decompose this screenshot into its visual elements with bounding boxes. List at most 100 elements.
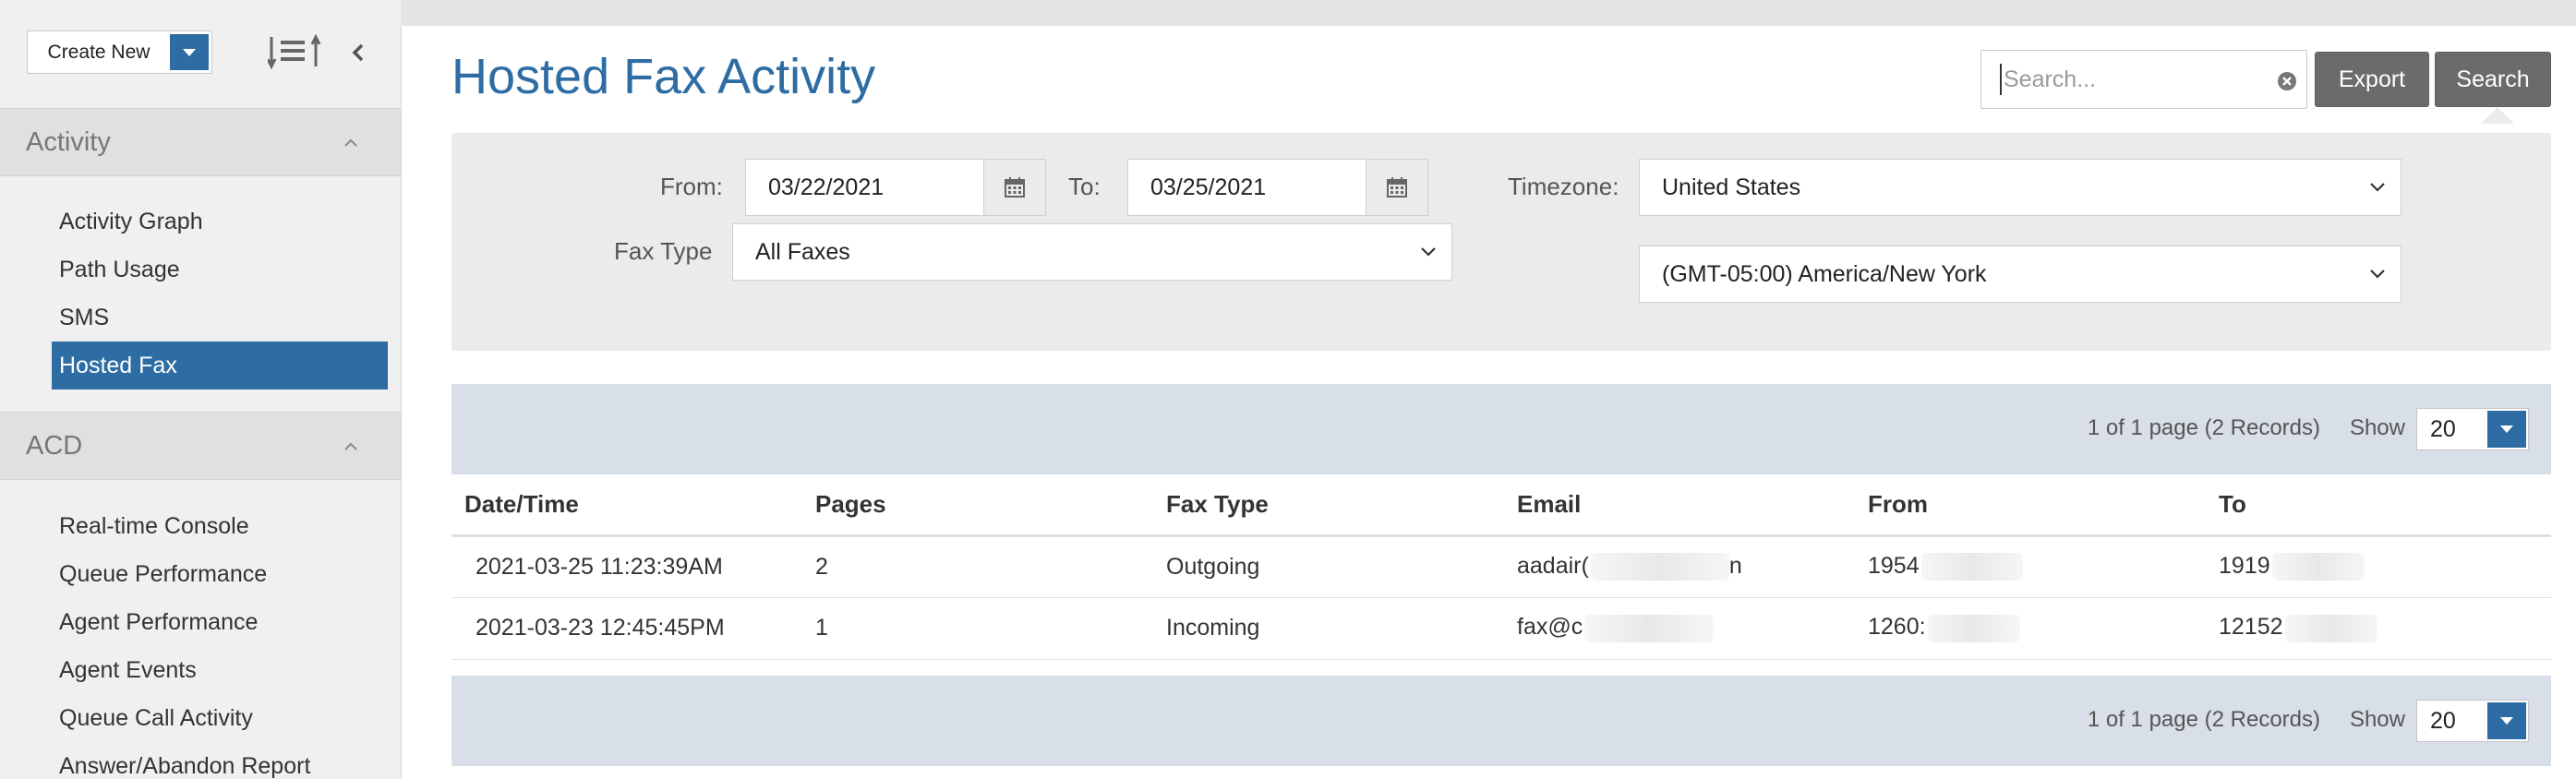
fax-type-value: All Faxes	[755, 238, 850, 265]
show-label: Show	[2349, 707, 2405, 732]
pager-info: 1 of 1 page (2 Records)	[2087, 707, 2320, 732]
column-header-to[interactable]: To	[2206, 474, 2551, 537]
section-title: Activity	[26, 126, 111, 157]
caret-down-icon	[2500, 425, 2513, 433]
clear-search-icon[interactable]	[2277, 71, 2297, 91]
cell-fax-type: Incoming	[1153, 597, 1504, 660]
from-calendar-button[interactable]	[983, 159, 1046, 216]
chevron-down-icon	[2370, 270, 2385, 279]
chevron-down-icon	[1421, 247, 1436, 257]
to-date-field[interactable]: 03/25/2021	[1127, 159, 1367, 216]
sidebar-item-path-usage[interactable]: Path Usage	[0, 246, 401, 294]
page-size-select[interactable]: 20	[2416, 408, 2529, 450]
caret-down-icon	[183, 48, 196, 56]
timezone-region-value: United States	[1662, 174, 1801, 200]
cell-pages: 1	[802, 597, 1153, 660]
caret-down-icon	[2500, 717, 2513, 725]
from-label: From:	[660, 173, 723, 200]
redaction-blur	[2271, 553, 2365, 581]
chevron-down-icon	[2370, 183, 2385, 192]
from-text: 1954	[1868, 552, 1920, 579]
column-header-pages[interactable]: Pages	[802, 474, 1153, 537]
create-new-caret-button[interactable]	[170, 34, 209, 70]
sidebar-item-answer-abandon-report[interactable]: Answer/Abandon Report	[0, 742, 401, 779]
page-size-value: 20	[2430, 415, 2456, 442]
cell-datetime: 2021-03-25 11:23:39AM	[451, 535, 802, 598]
cell-email: aadair( n	[1504, 535, 1855, 598]
calendar-icon	[1005, 177, 1025, 198]
sidebar: Create New Activity Activity Graph Path …	[0, 0, 401, 779]
sidebar-item-agent-events[interactable]: Agent Events	[0, 646, 401, 694]
chevron-up-icon	[344, 442, 357, 450]
search-box[interactable]	[1980, 50, 2307, 109]
search-panel-pointer	[2481, 107, 2514, 124]
redaction-blur	[1920, 553, 2023, 581]
create-new-button[interactable]: Create New	[28, 31, 170, 73]
column-header-datetime[interactable]: Date/Time	[451, 474, 802, 537]
search-input[interactable]	[2000, 64, 2268, 95]
sidebar-item-queue-call-activity[interactable]: Queue Call Activity	[0, 694, 401, 742]
to-text: 1919	[2219, 552, 2270, 579]
page-title: Hosted Fax Activity	[451, 49, 876, 104]
section-header-acd[interactable]: ACD	[0, 412, 401, 480]
cell-datetime: 2021-03-23 12:45:45PM	[451, 597, 802, 660]
main-content: Hosted Fax Activity Export Search From: …	[401, 26, 2576, 779]
timezone-region-select[interactable]: United States	[1639, 159, 2401, 216]
sidebar-item-queue-performance[interactable]: Queue Performance	[0, 550, 401, 598]
to-text: 12152	[2219, 614, 2283, 641]
page-size-select[interactable]: 20	[2416, 700, 2529, 742]
chevron-left-icon[interactable]	[351, 42, 366, 63]
calendar-icon	[1387, 177, 1407, 198]
from-date-field[interactable]: 03/22/2021	[745, 159, 985, 216]
column-header-from[interactable]: From	[1855, 474, 2206, 537]
email-tail-text: n	[1728, 552, 1742, 579]
cell-pages: 2	[802, 535, 1153, 598]
fax-type-label: Fax Type	[614, 237, 713, 265]
sidebar-item-sms[interactable]: SMS	[0, 294, 401, 342]
export-button[interactable]: Export	[2315, 52, 2429, 107]
sidebar-item-agent-performance[interactable]: Agent Performance	[0, 598, 401, 646]
column-header-fax-type[interactable]: Fax Type	[1153, 474, 1504, 537]
cell-to: 1919	[2206, 535, 2551, 598]
results-section: 1 of 1 page (2 Records) Show 20 Date/Tim…	[451, 384, 2551, 770]
pager-info: 1 of 1 page (2 Records)	[2087, 415, 2320, 440]
to-label: To:	[1068, 173, 1101, 200]
fax-type-select[interactable]: All Faxes	[732, 223, 1452, 281]
sidebar-item-real-time-console[interactable]: Real-time Console	[0, 502, 401, 550]
page-size-value: 20	[2430, 707, 2456, 734]
from-text: 1260:	[1868, 614, 1926, 641]
cell-fax-type: Outgoing	[1153, 535, 1504, 598]
page-size-caret-button[interactable]	[2487, 411, 2526, 448]
section-title: ACD	[26, 430, 83, 461]
column-header-email[interactable]: Email	[1504, 474, 1855, 537]
page-size-caret-button[interactable]	[2487, 702, 2526, 739]
table-header-row: Date/Time Pages Fax Type Email From To	[451, 474, 2551, 537]
timezone-zone-value: (GMT-05:00) America/New York	[1662, 260, 1987, 287]
sidebar-item-hosted-fax[interactable]: Hosted Fax	[52, 342, 401, 390]
timezone-label: Timezone:	[1508, 173, 1619, 200]
redaction-blur	[1590, 553, 1729, 581]
cell-from: 1260:	[1855, 597, 2206, 660]
fax-activity-table: Date/Time Pages Fax Type Email From To 2…	[451, 474, 2551, 660]
redaction-blur	[1927, 614, 2020, 642]
redaction-blur	[1584, 614, 1715, 642]
show-label: Show	[2349, 415, 2405, 440]
to-calendar-button[interactable]	[1366, 159, 1428, 216]
table-row[interactable]: 2021-03-25 11:23:39AM 2 Outgoing aadair(…	[451, 535, 2551, 598]
search-button[interactable]: Search	[2435, 52, 2551, 107]
email-text: fax@c	[1517, 614, 1583, 641]
pager-top: 1 of 1 page (2 Records) Show 20	[451, 384, 2551, 474]
create-new-dropdown[interactable]: Create New	[27, 30, 212, 74]
table-row[interactable]: 2021-03-23 12:45:45PM 1 Incoming fax@c 1…	[451, 597, 2551, 660]
timezone-zone-select[interactable]: (GMT-05:00) America/New York	[1639, 246, 2401, 303]
pager-bottom: 1 of 1 page (2 Records) Show 20	[451, 676, 2551, 766]
email-text: aadair(	[1517, 552, 1589, 579]
cell-email: fax@c	[1504, 597, 1855, 660]
cell-to: 12152	[2206, 597, 2551, 660]
redaction-blur	[2284, 614, 2377, 642]
sidebar-item-activity-graph[interactable]: Activity Graph	[0, 198, 401, 246]
filter-panel: From: 03/22/2021 To: 03/25/2021 Timezone…	[451, 133, 2551, 351]
section-header-activity[interactable]: Activity	[0, 108, 401, 176]
cell-from: 1954	[1855, 535, 2206, 598]
sort-icon[interactable]	[268, 33, 323, 70]
